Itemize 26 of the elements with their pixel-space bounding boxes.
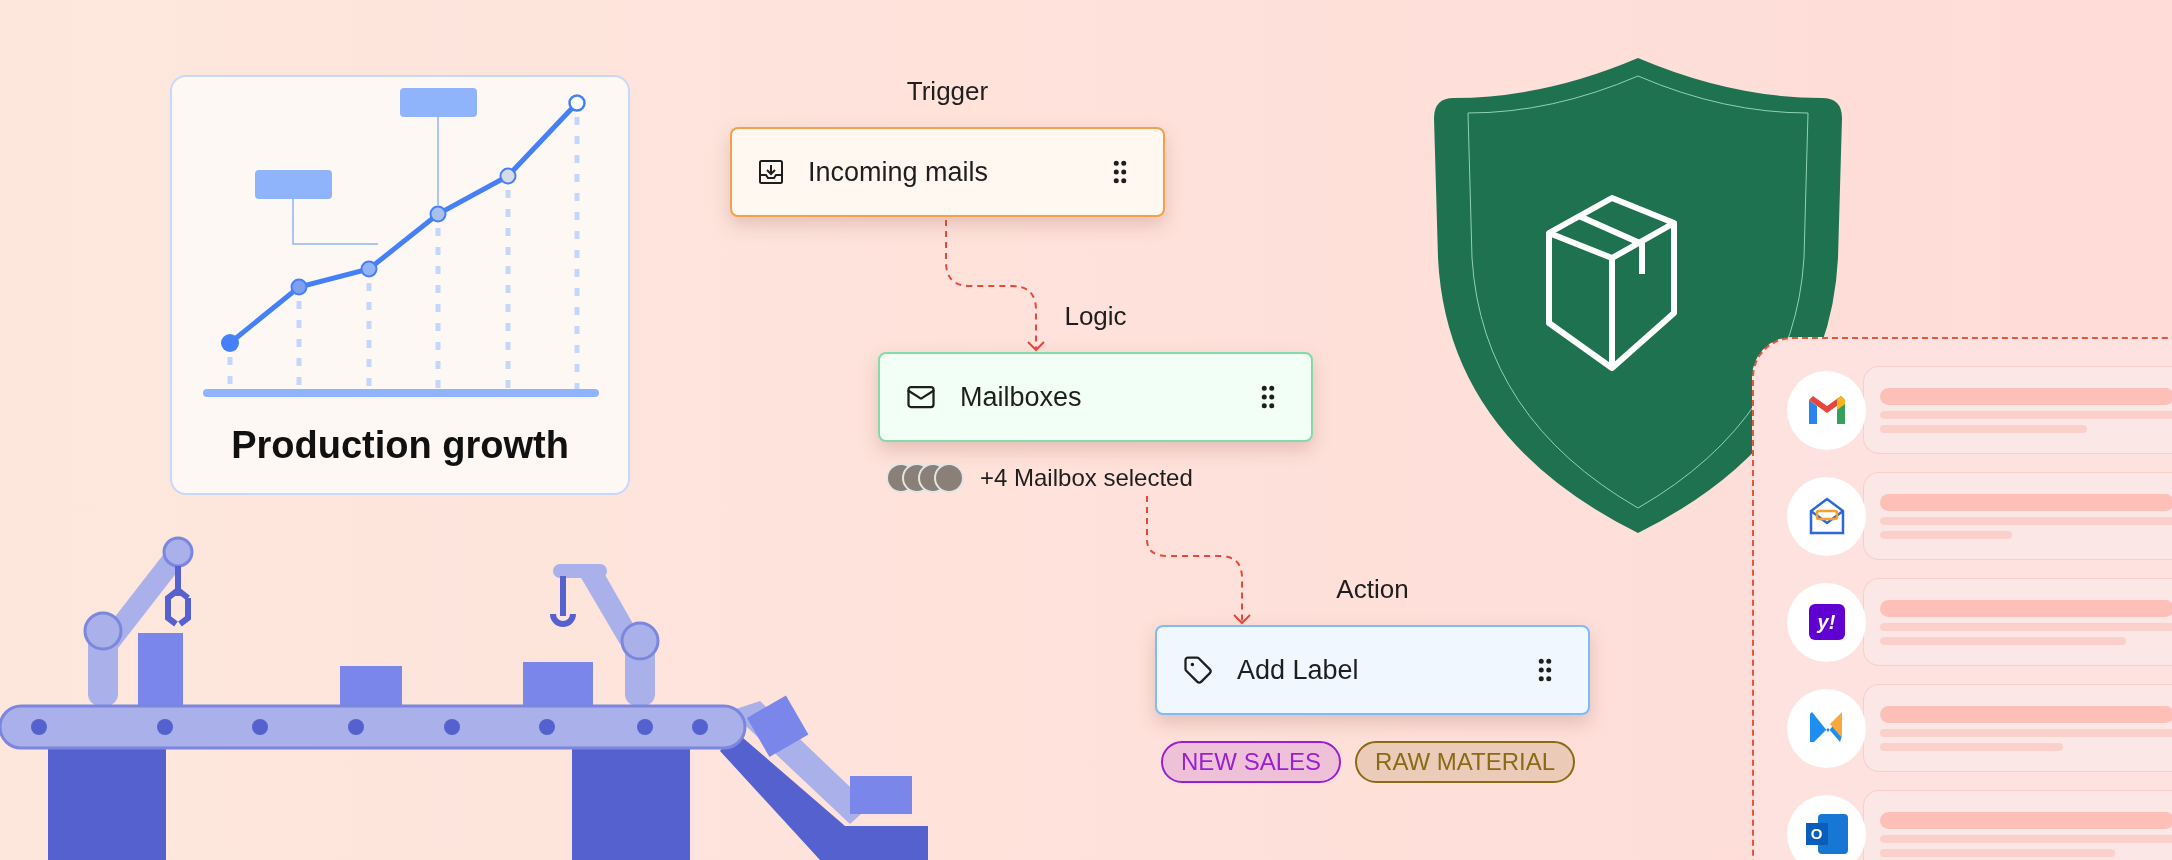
data-point — [360, 260, 378, 278]
k-logo-icon — [1809, 712, 1844, 744]
step-label: Mailboxes — [960, 380, 1083, 414]
data-point — [499, 167, 517, 185]
step-label: Add Label — [1237, 653, 1360, 687]
selection-text: +4 Mailbox selected — [980, 463, 1193, 493]
step-node[interactable]: Mailboxes — [878, 352, 1313, 442]
m-logo-icon — [1808, 396, 1845, 424]
avatar — [934, 463, 964, 493]
square-logo-icon: y! — [1808, 604, 1845, 640]
step-heading: Logic — [1064, 300, 1127, 332]
step-node[interactable]: Incoming mails — [730, 127, 1165, 217]
data-point — [568, 94, 586, 112]
data-point — [429, 205, 447, 223]
data-point — [290, 278, 308, 296]
tag-icon — [1183, 655, 1213, 685]
inbox-download-icon — [758, 159, 784, 185]
package-icon — [1546, 195, 1677, 371]
open-envelope-icon — [1808, 497, 1845, 535]
step-heading: Trigger — [906, 75, 989, 107]
step-label: Incoming mails — [808, 155, 990, 189]
chart-title: Production growth — [231, 423, 569, 468]
step-node[interactable]: Add Label — [1155, 625, 1590, 715]
step-heading: Action — [1336, 573, 1409, 605]
data-point — [221, 334, 239, 352]
label-tag[interactable]: NEW SALES — [1161, 741, 1342, 783]
